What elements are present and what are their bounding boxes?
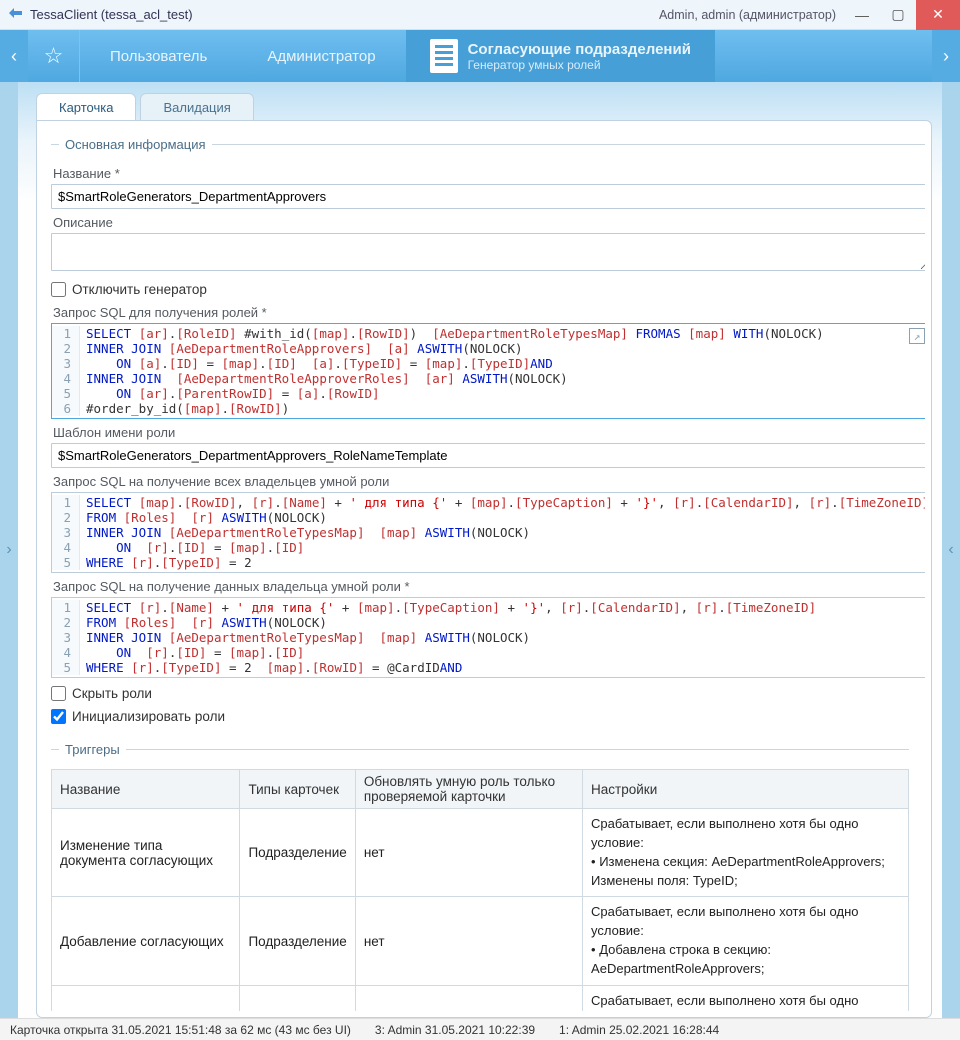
col-settings[interactable]: Настройки xyxy=(583,770,909,809)
card-tabs: Карточка Валидация xyxy=(36,92,932,120)
role-template-label: Шаблон имени роли xyxy=(53,425,925,440)
nav-forward-button[interactable]: › xyxy=(932,30,960,82)
sql-roles-label: Запрос SQL для получения ролей * xyxy=(53,305,925,320)
maximize-button[interactable]: ▢ xyxy=(880,0,916,30)
sql-owner-data-label: Запрос SQL на получение данных владельца… xyxy=(53,579,925,594)
disable-generator-checkbox[interactable] xyxy=(51,282,66,297)
minimize-button[interactable]: — xyxy=(844,0,880,30)
role-template-input[interactable] xyxy=(51,443,925,468)
col-update-only[interactable]: Обновлять умную роль только проверяемой … xyxy=(355,770,582,809)
app-icon xyxy=(8,5,24,24)
sql-owners-label: Запрос SQL на получение всех владельцев … xyxy=(53,474,925,489)
name-input[interactable] xyxy=(51,184,925,209)
init-roles-checkbox[interactable] xyxy=(51,709,66,724)
table-row[interactable]: Изменение типа документа согласующихПодр… xyxy=(52,809,909,897)
tab-validation[interactable]: Валидация xyxy=(140,93,253,121)
status-right: 1: Admin 25.02.2021 16:28:44 xyxy=(559,1023,719,1037)
titlebar: TessaClient (tessa_acl_test) Admin, admi… xyxy=(0,0,960,30)
init-roles-label: Инициализировать роли xyxy=(72,709,225,724)
table-row[interactable]: Удаление согласующихПодразделениенетСраб… xyxy=(52,985,909,1011)
window-title: TessaClient (tessa_acl_test) xyxy=(30,7,659,22)
hide-roles-checkbox[interactable] xyxy=(51,686,66,701)
tab-card[interactable]: Карточка xyxy=(36,93,136,121)
statusbar: Карточка открыта 31.05.2021 15:51:48 за … xyxy=(0,1018,960,1040)
triggers-table: Название Типы карточек Обновлять умную р… xyxy=(51,769,909,1011)
active-tab-title: Согласующие подразделений xyxy=(468,41,691,58)
disable-generator-label: Отключить генератор xyxy=(72,282,207,297)
sql-owner-data-editor[interactable]: 1SELECT [r].[Name] + ' для типа {' + [ma… xyxy=(51,597,925,678)
nav-back-button[interactable]: ‹ xyxy=(0,30,28,82)
document-icon xyxy=(430,39,458,73)
close-button[interactable]: ✕ xyxy=(916,0,960,30)
ribbon-tab-active[interactable]: Согласующие подразделений Генератор умны… xyxy=(406,30,715,82)
ribbon: ‹ ☆ Пользователь Администратор Согласующ… xyxy=(0,30,960,82)
init-roles-row[interactable]: Инициализировать роли xyxy=(51,709,925,724)
ribbon-tab-admin[interactable]: Администратор xyxy=(237,30,405,82)
status-left: Карточка открыта 31.05.2021 15:51:48 за … xyxy=(10,1023,351,1037)
disable-generator-row[interactable]: Отключить генератор xyxy=(51,282,925,297)
sql-owners-editor[interactable]: 1SELECT [map].[RowID], [r].[Name] + ' дл… xyxy=(51,492,925,573)
left-panel-handle[interactable]: › xyxy=(0,82,18,1018)
section-triggers: Триггеры xyxy=(59,742,126,757)
favorites-button[interactable]: ☆ xyxy=(28,30,80,82)
ribbon-tab-user[interactable]: Пользователь xyxy=(80,30,237,82)
table-row[interactable]: Добавление согласующихПодразделениенетСр… xyxy=(52,897,909,985)
card-scroll[interactable]: Основная информация Название * Описание … xyxy=(51,131,925,1011)
col-card-types[interactable]: Типы карточек xyxy=(240,770,355,809)
status-mid: 3: Admin 31.05.2021 10:22:39 xyxy=(375,1023,535,1037)
section-main-info: Основная информация xyxy=(59,137,212,152)
desc-label: Описание xyxy=(53,215,925,230)
right-panel-handle[interactable]: ‹ xyxy=(942,82,960,1018)
sql-roles-editor[interactable]: ↗ 1SELECT [ar].[RoleID] #with_id([map].[… xyxy=(51,323,925,419)
user-info: Admin, admin (администратор) xyxy=(659,8,836,22)
col-name[interactable]: Название xyxy=(52,770,240,809)
hide-roles-row[interactable]: Скрыть роли xyxy=(51,686,925,701)
desc-input[interactable] xyxy=(51,233,925,271)
expand-icon[interactable]: ↗ xyxy=(909,328,925,344)
hide-roles-label: Скрыть роли xyxy=(72,686,152,701)
active-tab-subtitle: Генератор умных ролей xyxy=(468,58,691,72)
name-label: Название * xyxy=(53,166,925,181)
